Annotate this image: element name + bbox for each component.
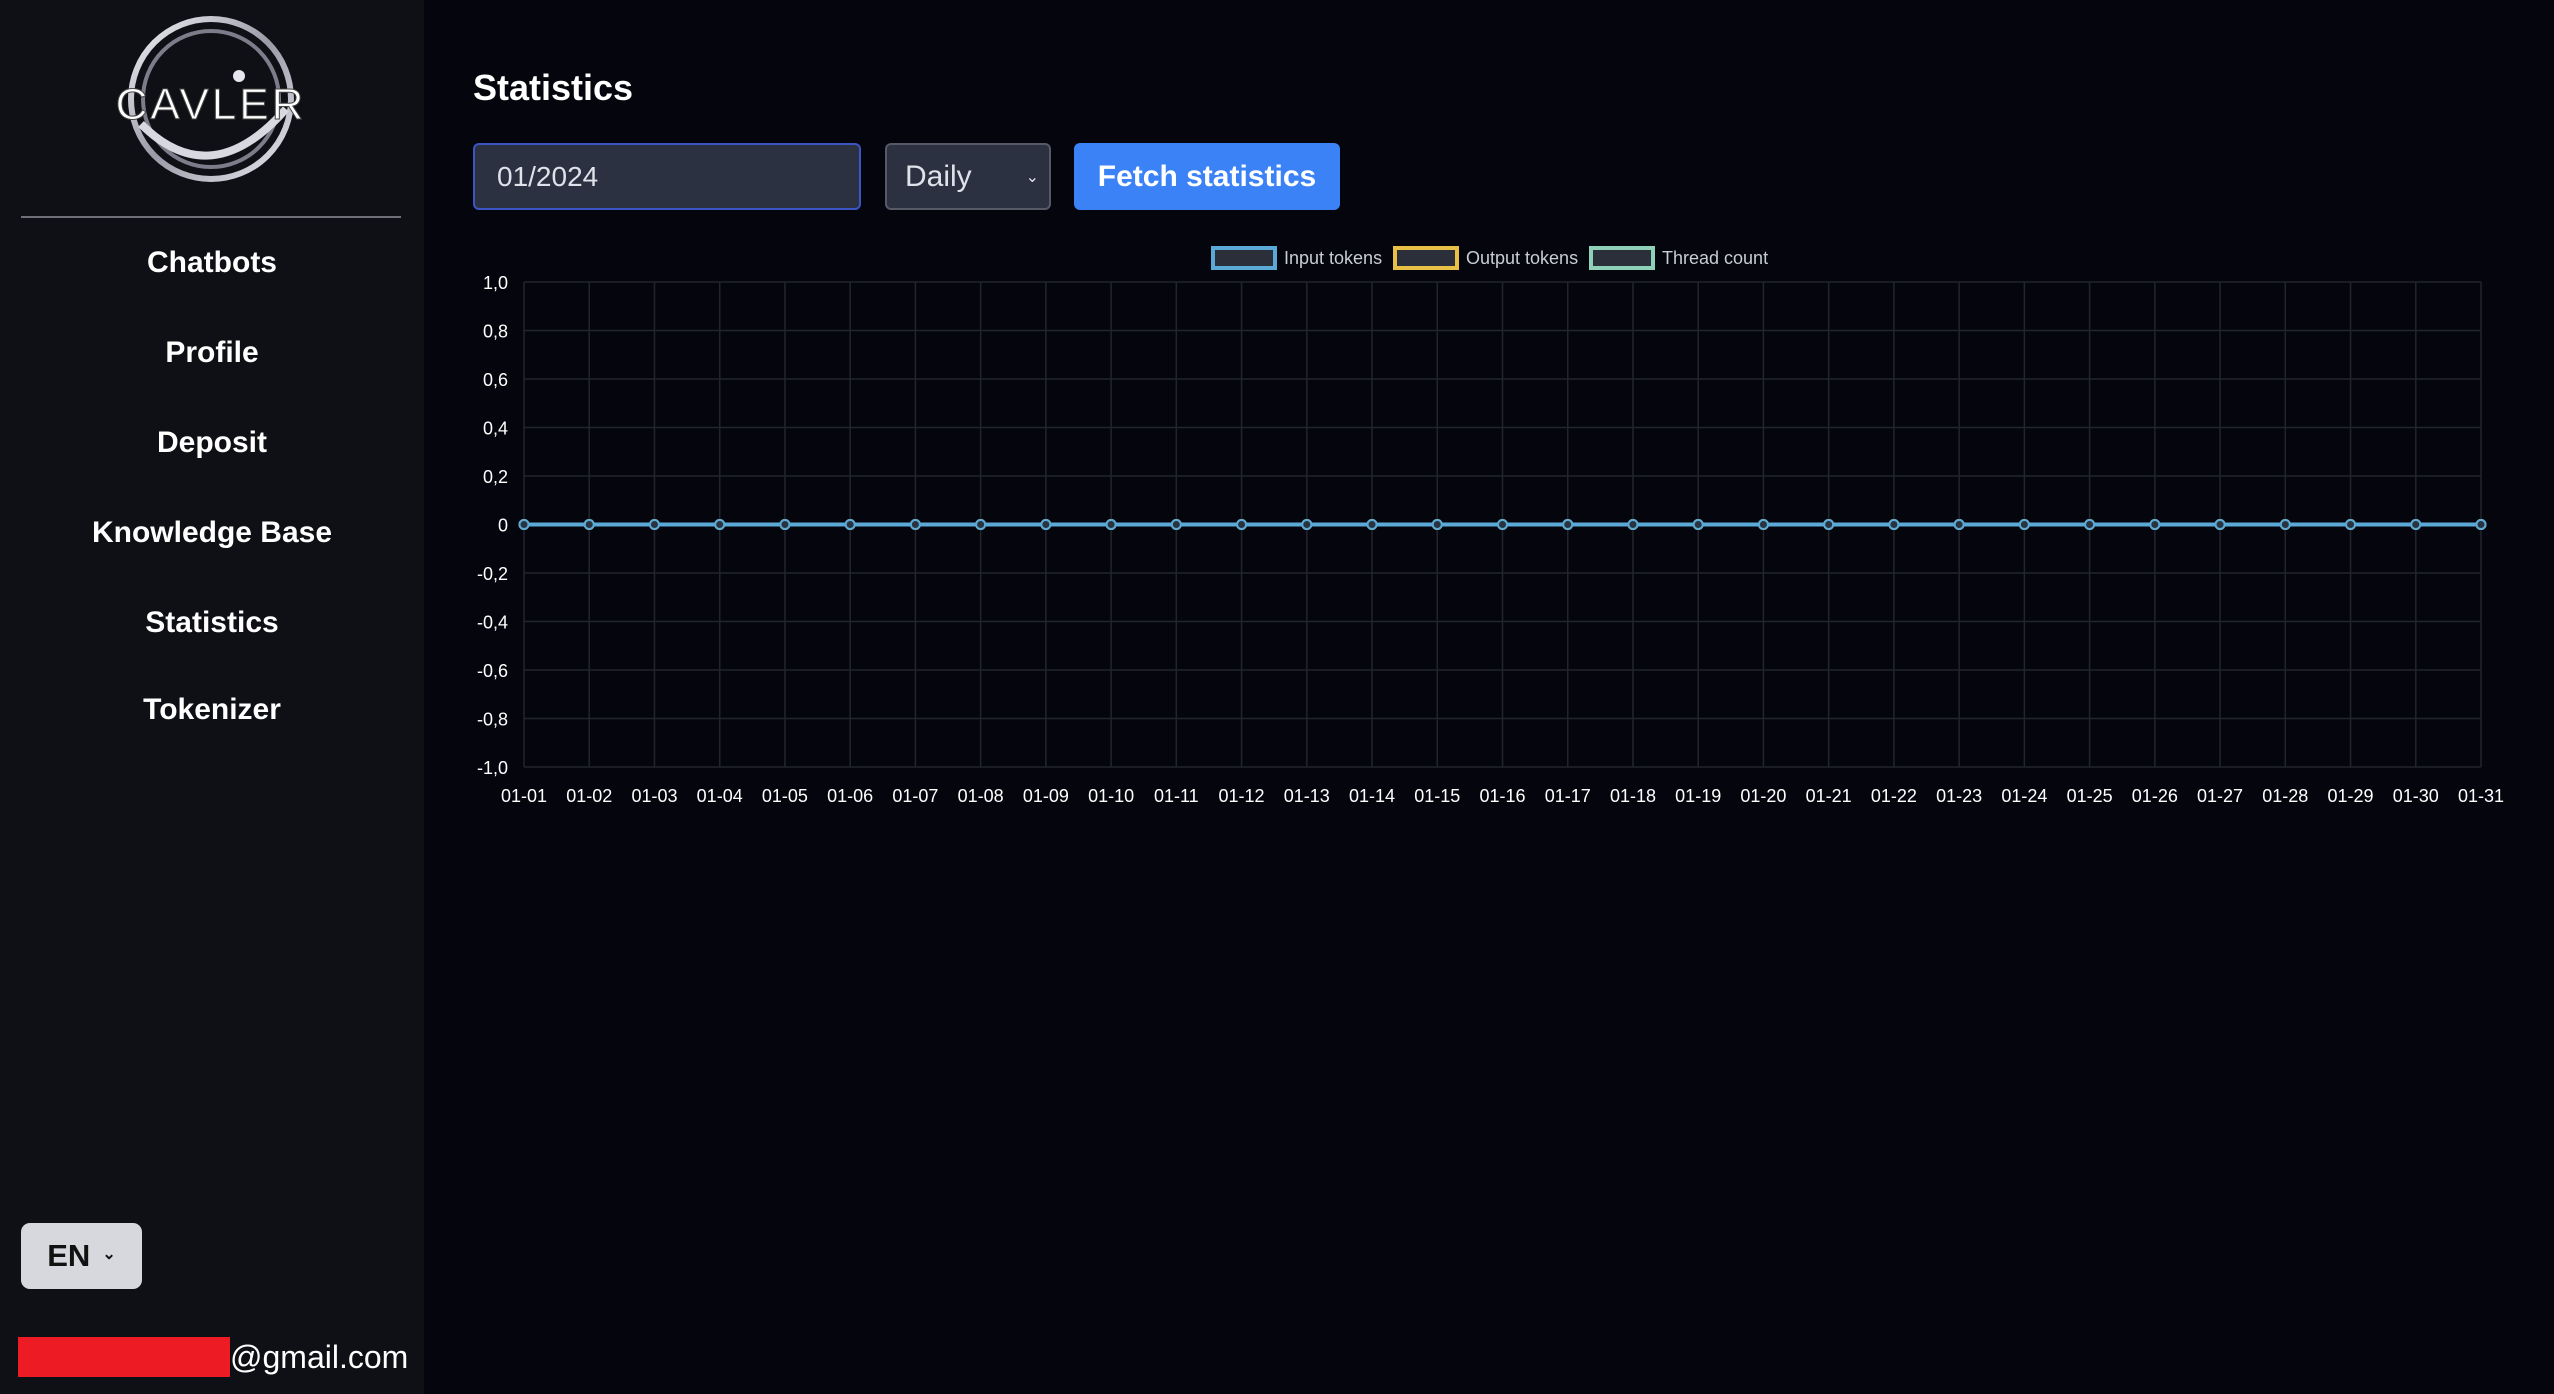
x-tick-label: 01-13 — [1284, 786, 1330, 806]
y-tick-label: -0,2 — [477, 564, 508, 584]
x-tick-label: 01-19 — [1675, 786, 1721, 806]
x-tick-label: 01-31 — [2458, 786, 2504, 806]
data-point — [1953, 519, 1965, 530]
data-point — [2345, 519, 2357, 530]
x-tick-label: 01-03 — [631, 786, 677, 806]
y-tick-label: -0,8 — [477, 710, 508, 730]
x-tick-label: 01-22 — [1871, 786, 1917, 806]
data-point — [975, 519, 987, 530]
data-point — [583, 519, 595, 530]
data-point — [2214, 519, 2226, 530]
data-point — [2084, 519, 2096, 530]
x-tick-label: 01-06 — [827, 786, 873, 806]
x-tick-label: 01-29 — [2328, 786, 2374, 806]
y-tick-label: 0,6 — [483, 370, 508, 390]
data-point — [1431, 519, 1443, 530]
y-tick-label: 0 — [498, 516, 508, 536]
x-tick-label: 01-15 — [1414, 786, 1460, 806]
x-tick-label: 01-11 — [1154, 786, 1199, 806]
data-point — [1366, 519, 1378, 530]
data-point — [2149, 519, 2161, 530]
data-point — [1757, 519, 1769, 530]
x-tick-label: 01-10 — [1088, 786, 1134, 806]
x-tick-label: 01-18 — [1610, 786, 1656, 806]
data-point — [1692, 519, 1704, 530]
x-tick-label: 01-23 — [1936, 786, 1982, 806]
data-point — [909, 519, 921, 530]
statistics-chart: 1,0 0,8 0,6 0,4 0,2 0 -0,2 -0,4 -0,6 -0,8 -1,0 01-0… — [477, 246, 2504, 806]
legend-swatch — [1211, 246, 1277, 270]
data-point — [2410, 519, 2422, 530]
x-tick-label: 01-20 — [1740, 786, 1786, 806]
data-point — [1236, 519, 1248, 530]
legend-label: Input tokens — [1284, 248, 1382, 268]
data-point — [2279, 519, 2291, 530]
x-tick-label: 01-21 — [1806, 786, 1852, 806]
x-tick-label: 01-30 — [2393, 786, 2439, 806]
data-point — [1627, 519, 1639, 530]
x-tick-label: 01-01 — [501, 786, 547, 806]
data-point — [1888, 519, 1900, 530]
x-tick-label: 01-16 — [1479, 786, 1525, 806]
data-point — [779, 519, 791, 530]
data-point — [714, 519, 726, 530]
x-tick-label: 01-27 — [2197, 786, 2243, 806]
y-tick-label: -0,6 — [477, 661, 508, 681]
legend-label: Thread count — [1662, 248, 1768, 268]
x-tick-label: 01-14 — [1349, 786, 1395, 806]
y-tick-label: 0,2 — [483, 467, 508, 487]
data-point — [2475, 519, 2487, 530]
x-tick-label: 01-25 — [2067, 786, 2113, 806]
x-tick-label: 01-05 — [762, 786, 808, 806]
x-tick-label: 01-02 — [566, 786, 612, 806]
data-point — [1562, 519, 1574, 530]
x-tick-label: 01-08 — [958, 786, 1004, 806]
data-point — [844, 519, 856, 530]
data-point — [1823, 519, 1835, 530]
x-tick-label: 01-12 — [1219, 786, 1265, 806]
x-tick-label: 01-26 — [2132, 786, 2178, 806]
y-tick-label: 1,0 — [483, 273, 508, 293]
x-tick-label: 01-28 — [2262, 786, 2308, 806]
data-point — [1105, 519, 1117, 530]
data-point — [518, 519, 530, 530]
x-tick-label: 01-24 — [2001, 786, 2047, 806]
legend-label: Output tokens — [1466, 248, 1578, 268]
data-point — [2018, 519, 2030, 530]
x-tick-label: 01-09 — [1023, 786, 1069, 806]
x-tick-label: 01-04 — [697, 786, 743, 806]
data-point — [1170, 519, 1182, 530]
legend-swatch — [1589, 246, 1655, 270]
data-point — [648, 519, 660, 530]
x-tick-label: 01-07 — [892, 786, 938, 806]
y-tick-label: 0,8 — [483, 322, 508, 342]
y-tick-label: 0,4 — [483, 419, 508, 439]
y-tick-label: -0,4 — [477, 613, 508, 633]
x-tick-label: 01-17 — [1545, 786, 1591, 806]
data-point — [1301, 519, 1313, 530]
data-point — [1040, 519, 1052, 530]
data-point — [1497, 519, 1508, 530]
y-tick-label: -1,0 — [477, 758, 508, 778]
legend-swatch — [1393, 246, 1459, 270]
